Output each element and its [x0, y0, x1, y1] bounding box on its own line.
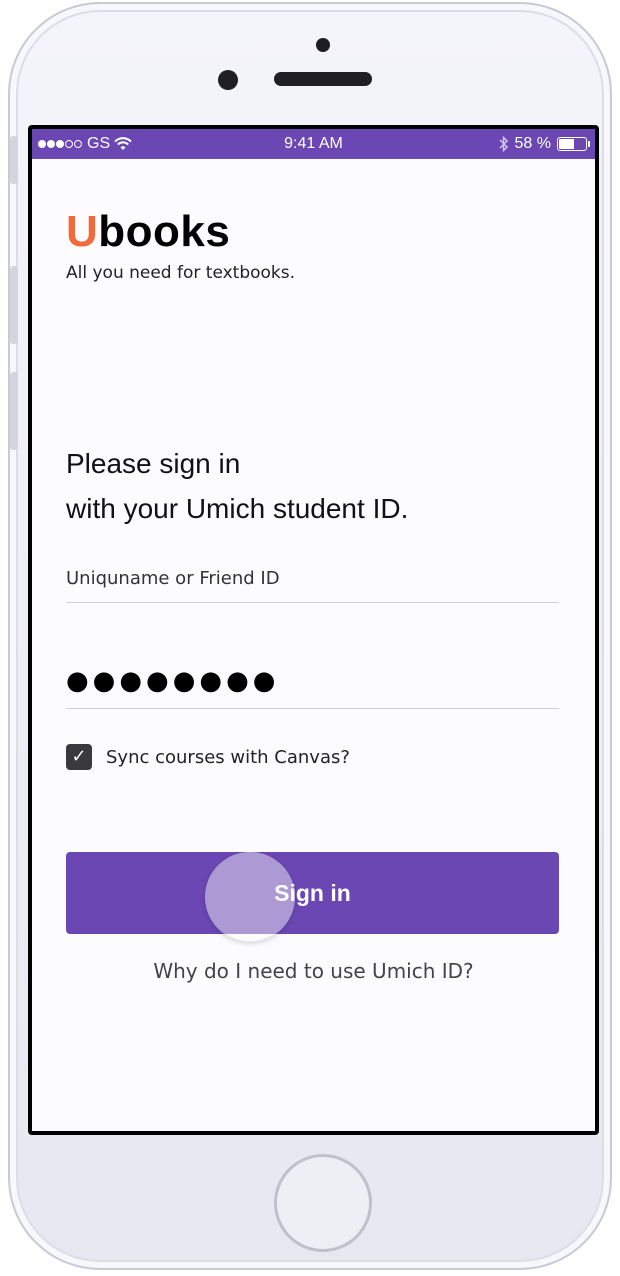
logo-rest: books	[98, 207, 231, 256]
status-bar: GS 9:41 AM 58 %	[32, 129, 595, 159]
volume-up-button	[10, 266, 18, 344]
logo-initial: U	[66, 207, 99, 256]
battery-icon	[557, 137, 590, 151]
why-umich-id-link[interactable]: Why do I need to use Umich ID?	[32, 959, 595, 983]
prompt-line-2: with your Umich student ID.	[66, 493, 409, 524]
status-right-group: 58 %	[499, 135, 590, 153]
volume-down-button	[10, 372, 18, 450]
app-tagline: All you need for textbooks.	[66, 263, 296, 283]
username-input[interactable]	[66, 555, 559, 602]
camera-sensor	[316, 38, 330, 52]
signin-prompt: Please sign in with your Umich student I…	[66, 441, 408, 531]
prompt-line-1: Please sign in	[66, 448, 241, 479]
sync-canvas-option[interactable]: ✓ Sync courses with Canvas?	[66, 744, 350, 770]
earpiece-speaker	[274, 72, 372, 86]
bluetooth-icon	[499, 136, 508, 152]
home-button[interactable]	[274, 1154, 372, 1252]
app-logo: Ubooks	[66, 207, 230, 257]
battery-fill	[559, 139, 575, 149]
checkmark-icon[interactable]: ✓	[66, 744, 92, 770]
password-field[interactable]: ●●●●●●●●	[66, 663, 559, 709]
battery-percentage: 58 %	[514, 135, 551, 152]
phone-screen: GS 9:41 AM 58 % Ubooks All you need for …	[28, 125, 599, 1135]
app-screen: GS 9:41 AM 58 % Ubooks All you need for …	[32, 129, 595, 1131]
sign-in-button[interactable]: Sign in	[66, 852, 559, 934]
sync-canvas-label: Sync courses with Canvas?	[106, 746, 350, 768]
mute-switch	[10, 136, 18, 184]
front-camera	[218, 70, 238, 90]
username-field	[66, 555, 559, 603]
